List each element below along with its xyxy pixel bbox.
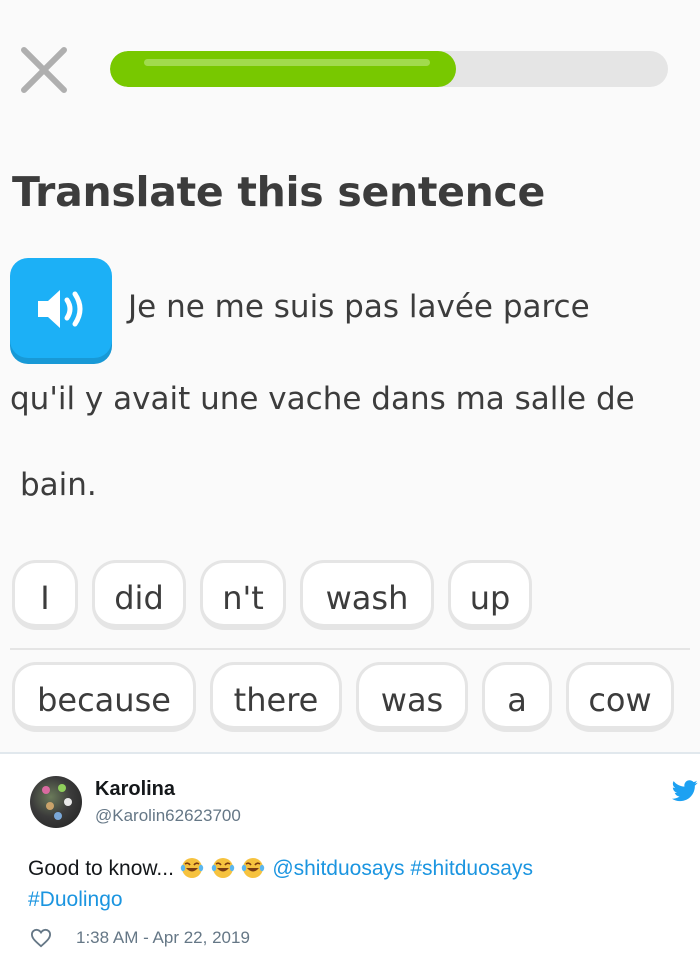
word-tile-up[interactable]: up <box>448 560 532 630</box>
word-tile-because[interactable]: because <box>12 662 196 732</box>
mention-link[interactable]: @shitduosays <box>272 857 404 880</box>
like-button[interactable] <box>30 928 52 953</box>
tweet-timestamp[interactable]: 1:38 AM - Apr 22, 2019 <box>76 928 250 948</box>
hashtag-link-2[interactable]: #Duolingo <box>28 888 123 912</box>
sentence-line-3: bain. <box>20 467 97 503</box>
author-name[interactable]: Karolina <box>95 778 175 801</box>
word-tile-there[interactable]: there <box>210 662 342 732</box>
progress-fill <box>110 51 456 87</box>
tears-of-joy-icon <box>211 857 242 880</box>
word-tile-cow[interactable]: cow <box>566 662 674 732</box>
tweet-text: Good to know... @shitduosays #shitduosay… <box>28 854 533 884</box>
sentence-line-2: qu'il y avait une vache dans ma salle de <box>10 381 635 417</box>
tears-of-joy-icon <box>180 857 211 880</box>
word-tile-a[interactable]: a <box>482 662 552 732</box>
tweet-text-prefix: Good to know... <box>28 857 174 880</box>
word-tile-nt[interactable]: n't <box>200 560 286 630</box>
author-handle[interactable]: @Karolin62623700 <box>95 806 241 826</box>
lesson-screen: Translate this sentence Je ne me suis pa… <box>0 0 700 752</box>
speaker-icon <box>38 290 83 328</box>
close-button[interactable] <box>18 44 70 96</box>
avatar[interactable] <box>30 776 82 828</box>
progress-shine <box>144 59 430 66</box>
tears-of-joy-icon <box>241 857 272 880</box>
hashtag-link-1[interactable]: #shitduosays <box>410 857 533 880</box>
close-icon <box>21 47 67 93</box>
word-bank-divider <box>10 648 690 650</box>
word-tile-wash[interactable]: wash <box>300 560 434 630</box>
word-tile-i[interactable]: I <box>12 560 78 630</box>
heart-icon <box>30 928 52 948</box>
word-tile-did[interactable]: did <box>92 560 186 630</box>
play-audio-button[interactable] <box>10 258 112 358</box>
word-tile-was[interactable]: was <box>356 662 468 732</box>
sentence-line-1: Je ne me suis pas lavée parce <box>128 289 590 325</box>
tweet-card: Karolina @Karolin62623700 Good to know..… <box>0 752 700 974</box>
progress-bar <box>110 51 668 87</box>
twitter-bird-icon[interactable] <box>672 780 698 807</box>
page-title: Translate this sentence <box>12 168 546 216</box>
